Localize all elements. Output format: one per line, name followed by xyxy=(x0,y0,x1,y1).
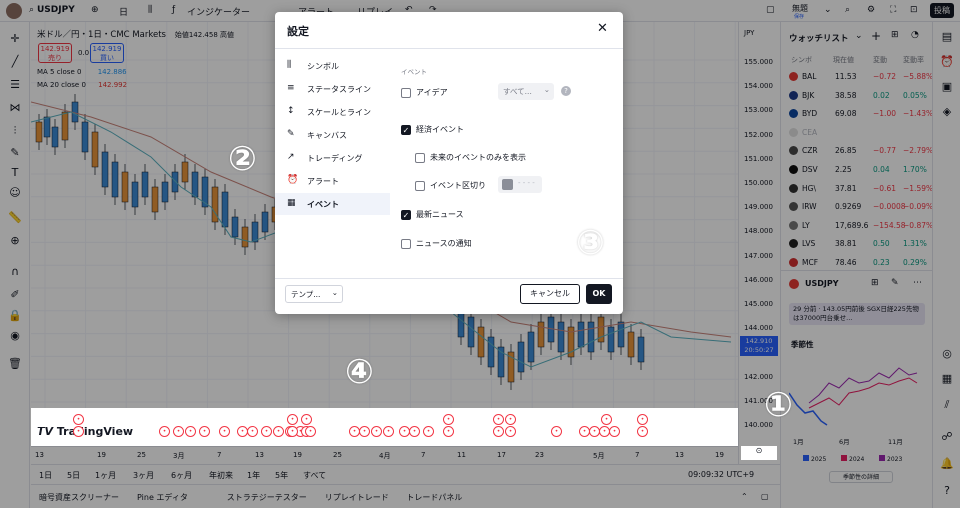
news-check-box[interactable]: ✓ xyxy=(401,209,411,220)
candles-icon: ⫼ xyxy=(287,60,292,70)
settings-nav-item[interactable]: ≡ ステータスライン xyxy=(275,78,390,100)
event-badge[interactable]: • xyxy=(493,426,504,437)
alarm-icon: ⏰ xyxy=(287,175,299,185)
settings-nav-item[interactable]: ↗ トレーディング xyxy=(275,147,390,169)
event-badge[interactable]: • xyxy=(601,414,612,425)
event-badge[interactable]: • xyxy=(423,426,434,437)
event-badge[interactable]: • xyxy=(73,426,84,437)
separator-style-picker[interactable]: - - - - xyxy=(498,176,542,193)
event-badge[interactable]: • xyxy=(273,426,284,437)
ideas-checkbox[interactable]: アイデア xyxy=(401,87,448,98)
callout-4: ④ xyxy=(345,352,374,392)
callout-3: ③ xyxy=(576,223,605,263)
callout-2: ② xyxy=(228,139,257,179)
settings-nav-item[interactable]: ⫼ シンボル xyxy=(275,55,390,77)
highlighted-axis-corner[interactable]: ⊙ xyxy=(741,446,777,460)
event-badge[interactable]: • xyxy=(493,414,504,425)
notify-check-box[interactable] xyxy=(401,238,411,249)
future-check-box[interactable] xyxy=(415,152,425,163)
news-checkbox[interactable]: ✓ 最新ニュース xyxy=(401,209,464,220)
event-badge[interactable]: • xyxy=(261,426,272,437)
tv-mark-icon: 𝙏𝙑 xyxy=(37,425,54,438)
event-badge[interactable]: • xyxy=(73,414,84,425)
event-badge[interactable]: • xyxy=(185,426,196,437)
event-badge[interactable]: • xyxy=(383,426,394,437)
event-badge[interactable]: • xyxy=(443,426,454,437)
event-badge[interactable]: • xyxy=(287,414,298,425)
event-badge[interactable]: • xyxy=(287,426,298,437)
event-badge[interactable]: • xyxy=(173,426,184,437)
calendar-icon: ▦ xyxy=(287,198,296,208)
brand-name: TradingView xyxy=(56,425,134,438)
dashed-line-icon: - - - - xyxy=(518,179,535,187)
tradingview-logo-highlight: 𝙏𝙑 TradingView xyxy=(37,425,133,438)
event-badge[interactable]: • xyxy=(371,426,382,437)
ok-button[interactable]: OK xyxy=(586,284,612,304)
scale-icon: ↕ xyxy=(287,106,295,116)
dialog-title: 設定 xyxy=(287,25,309,38)
event-badge[interactable]: • xyxy=(505,414,516,425)
settings-nav-item[interactable]: ↕ スケールとライン xyxy=(275,101,390,123)
info-icon[interactable]: ? xyxy=(561,86,571,96)
event-badge[interactable]: • xyxy=(505,426,516,437)
template-select[interactable]: テンプ... ⌄ xyxy=(285,285,343,303)
ideas-select[interactable]: すべて... ⌄ xyxy=(498,83,554,100)
event-badge[interactable]: • xyxy=(409,426,420,437)
separator-check-box[interactable] xyxy=(415,180,425,191)
highlighted-events-strip: 𝙏𝙑 TradingView • • • • • • • • • • • • • • • • • • • • • • • • •… xyxy=(31,408,738,446)
callout-1: ① xyxy=(764,385,793,425)
event-badge[interactable]: • xyxy=(637,426,648,437)
event-badge[interactable]: • xyxy=(159,426,170,437)
color-swatch xyxy=(502,179,513,190)
separator-checkbox[interactable]: イベント区切り xyxy=(415,180,486,191)
ideas-check-box[interactable] xyxy=(401,87,411,98)
event-badge[interactable]: • xyxy=(305,426,316,437)
cancel-button[interactable]: キャンセル xyxy=(520,284,580,304)
event-badge[interactable]: • xyxy=(359,426,370,437)
brush-icon: ✎ xyxy=(287,129,295,139)
event-badge[interactable]: • xyxy=(609,426,620,437)
settings-dialog: 設定 ✕ ⫼ シンボル ≡ ステータスライン ↕ スケールとライン ✎ キャンバス ↗ トレーディ… xyxy=(275,12,623,314)
close-icon[interactable]: ✕ xyxy=(597,21,608,36)
future-only-checkbox[interactable]: 未来のイベントのみを表示 xyxy=(415,152,526,163)
settings-nav-item[interactable]: ⏰ アラート xyxy=(275,170,390,192)
lines-icon: ≡ xyxy=(287,83,295,93)
econ-check-box[interactable]: ✓ xyxy=(401,124,411,135)
event-badge[interactable]: • xyxy=(551,426,562,437)
settings-nav: ⫼ シンボル ≡ ステータスライン ↕ スケールとライン ✎ キャンバス ↗ トレーディング ⏰ アラ… xyxy=(275,55,390,235)
chevron-down-icon: ⌄ xyxy=(543,85,550,94)
settings-nav-item[interactable]: ▦ イベント xyxy=(275,193,390,215)
event-badge[interactable]: • xyxy=(219,426,230,437)
event-badge[interactable]: • xyxy=(199,426,210,437)
event-badge[interactable]: • xyxy=(637,414,648,425)
event-badge[interactable]: • xyxy=(247,426,258,437)
section-label: イベント xyxy=(401,68,427,76)
notify-checkbox[interactable]: ニュースの通知 xyxy=(401,238,472,249)
econ-events-checkbox[interactable]: ✓ 経済イベント xyxy=(401,124,464,135)
settings-circle-icon[interactable]: ⊙ xyxy=(756,446,763,455)
trading-icon: ↗ xyxy=(287,152,295,162)
event-badge[interactable]: • xyxy=(443,414,454,425)
event-badge[interactable]: • xyxy=(301,414,312,425)
chevron-down-icon: ⌄ xyxy=(331,288,338,297)
settings-nav-item[interactable]: ✎ キャンバス xyxy=(275,124,390,146)
